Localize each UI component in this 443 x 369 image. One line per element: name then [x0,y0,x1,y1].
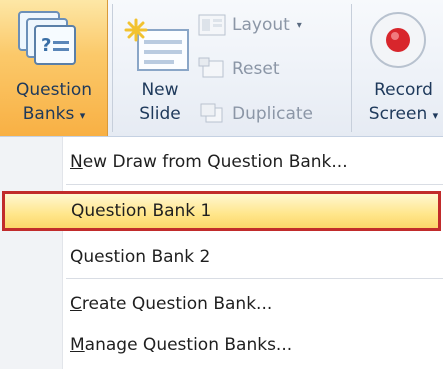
question-banks-dropdown-menu: New Draw from Question Bank... Question … [0,137,443,369]
new-slide-icon [124,18,189,71]
menu-icon-gutter [0,137,63,369]
ribbon-toolbar: ? Question Banks ▾ New Slide Layout ▾ Re… [0,0,443,137]
question-banks-label-1: Question [15,80,93,100]
record-icon [370,12,426,68]
question-banks-label-2: Banks ▾ [22,104,86,124]
ribbon-divider [112,4,113,132]
menu-item-manage-question-banks[interactable]: Manage Question Banks... [66,326,426,364]
record-screen-label-1: Record [374,80,433,100]
layout-button[interactable]: Layout ▾ [198,10,302,40]
duplicate-button[interactable]: Duplicate [198,99,313,129]
reset-label: Reset [232,59,280,79]
duplicate-label: Duplicate [232,104,313,124]
reset-button[interactable]: Reset [198,54,280,84]
menu-item-create-question-bank[interactable]: Create Question Bank... [66,285,426,323]
reset-icon [198,57,224,78]
chevron-down-icon: ▾ [432,109,439,122]
menu-separator [66,278,443,279]
svg-text:?: ? [41,35,51,56]
chevron-down-icon: ▾ [296,19,302,31]
record-screen-label-2: Screen ▾ [368,104,439,124]
layout-icon [198,14,226,36]
question-banks-icon: ? [18,11,76,65]
menu-item-new-draw[interactable]: New Draw from Question Bank... [66,143,426,181]
new-slide-button[interactable]: New Slide [120,0,200,136]
ribbon-divider [351,4,352,132]
menu-item-question-bank-2[interactable]: Question Bank 2 [66,238,426,276]
chevron-down-icon: ▾ [79,109,86,122]
duplicate-icon [200,103,223,123]
record-screen-button[interactable]: Record Screen ▾ [356,0,443,136]
menu-item-question-bank-1[interactable]: Question Bank 1 [2,191,441,231]
question-banks-button[interactable]: ? Question Banks ▾ [0,0,108,136]
new-slide-label-1: New [141,80,179,100]
menu-separator [66,184,443,185]
layout-label: Layout [232,15,290,35]
new-slide-label-2: Slide [139,104,181,124]
